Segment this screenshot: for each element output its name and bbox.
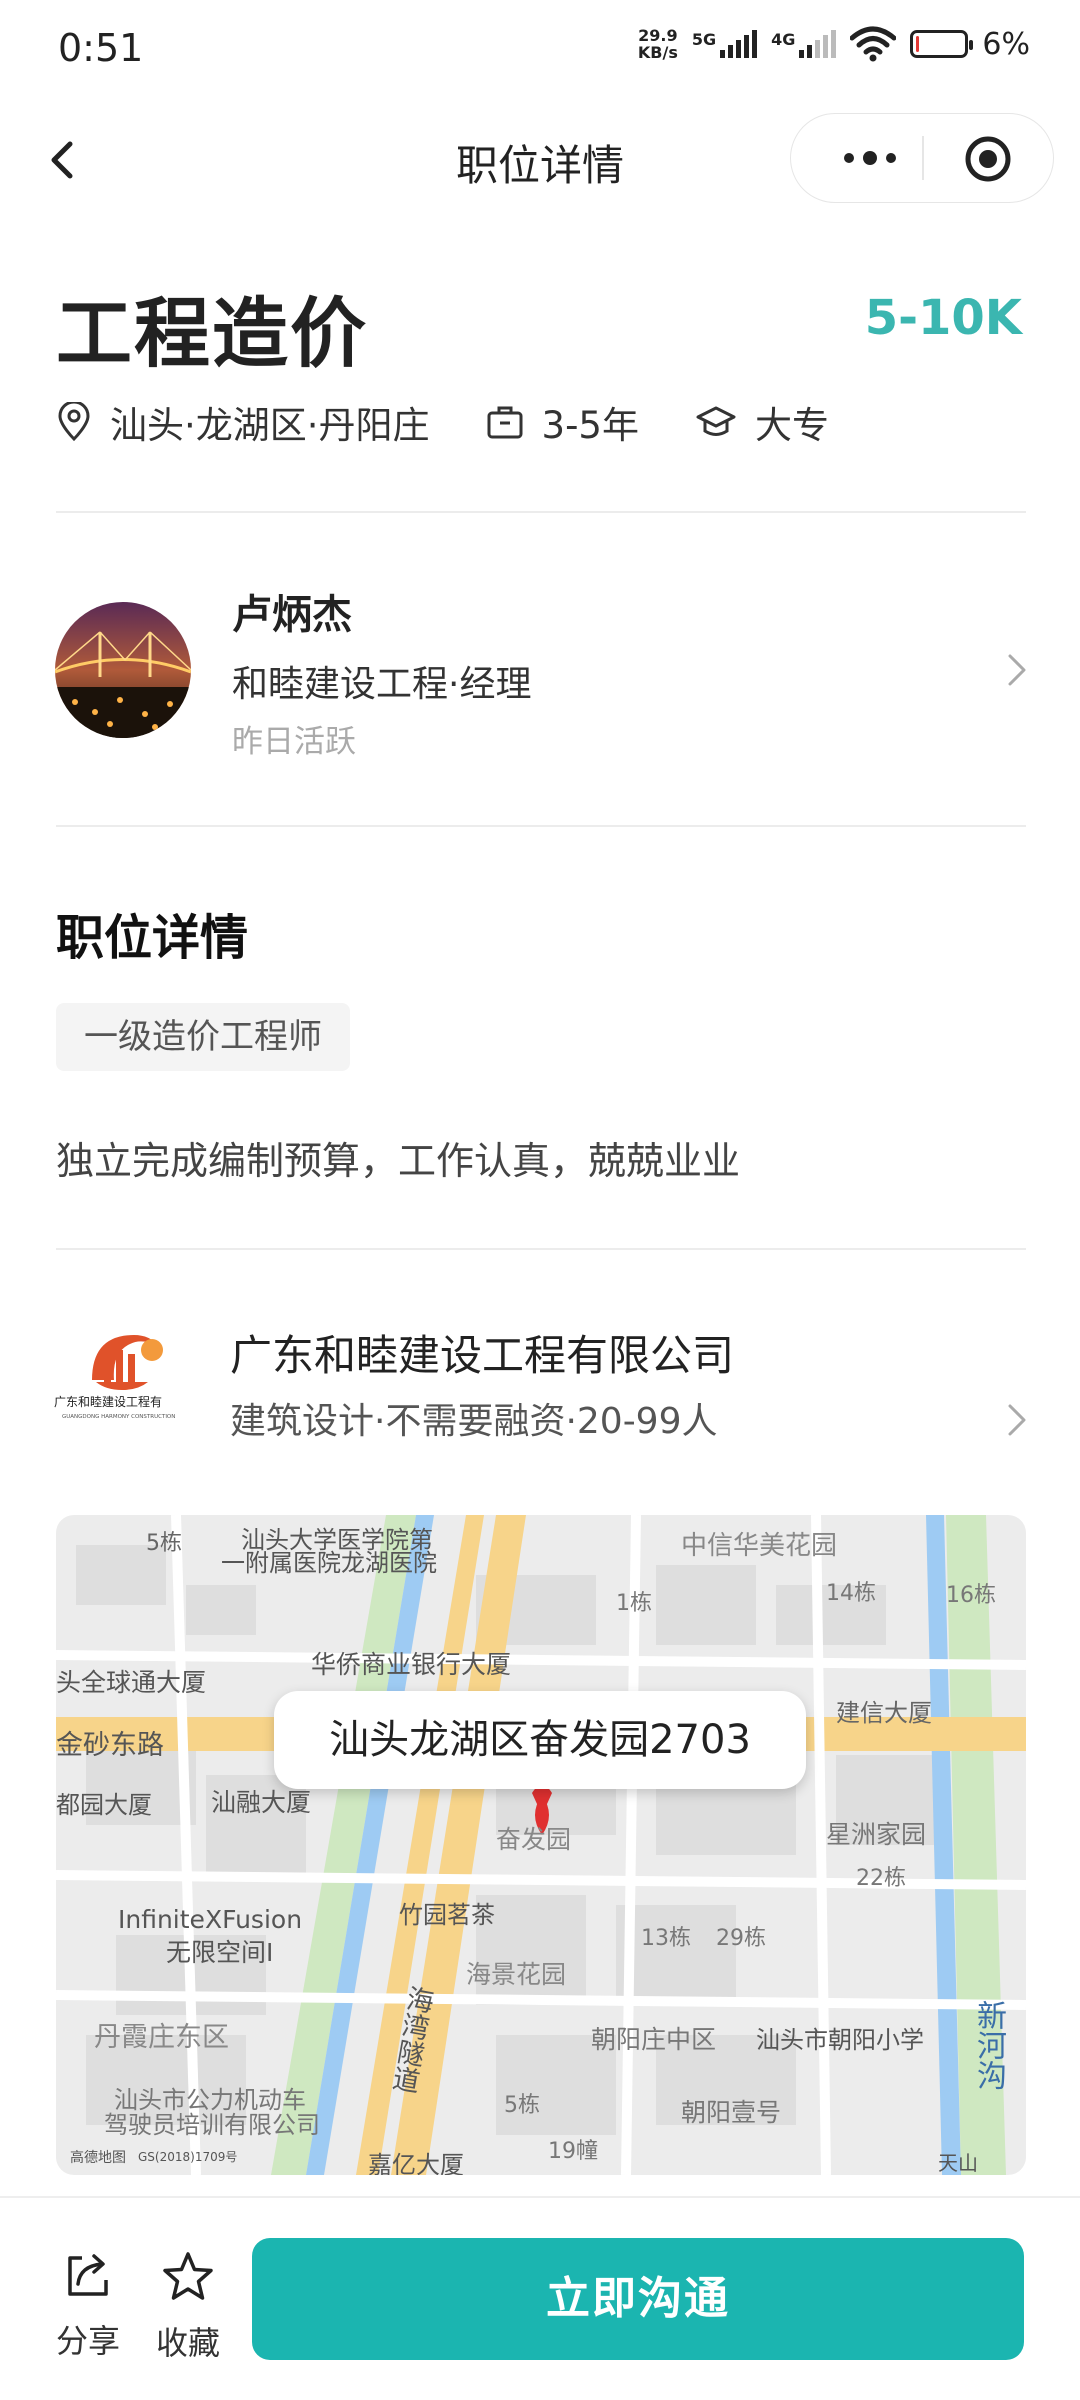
more-button[interactable] — [825, 136, 915, 180]
chat-now-button[interactable]: 立即沟通 — [252, 2238, 1024, 2360]
location-text: 汕头·龙湖区·丹阳庄 — [110, 404, 430, 447]
map-label: 19幢 — [548, 2139, 598, 2164]
battery-icon — [910, 30, 974, 58]
network-speed-unit: KB/s — [637, 43, 678, 62]
battery-level — [916, 36, 920, 52]
signal-5g-icon — [720, 30, 758, 58]
company-name: 广东和睦建设工程有限公司 — [230, 1331, 735, 1380]
wifi-icon — [850, 26, 897, 62]
company-meta: 建筑设计·不需要融资·20-99人 — [230, 1401, 718, 1442]
education-tag: 大专 — [695, 395, 829, 449]
map-label: 星洲家园 — [826, 1820, 927, 1849]
map-label: 都园大厦 — [56, 1791, 152, 1819]
network-type-5g: 5G — [691, 30, 717, 49]
map-label: 14栋 — [826, 1581, 876, 1606]
map-label: GS(2018)1709号 — [138, 2150, 238, 2164]
network-speed: 29.9 KB/s — [638, 27, 678, 61]
star-icon — [163, 2252, 213, 2300]
experience-tag: 3-5年 — [486, 395, 639, 449]
svg-text:GUANGDONG HARMONY CONSTRUCTION: GUANGDONG HARMONY CONSTRUCTION — [62, 1414, 175, 1420]
map-label: 无限空间I — [166, 1938, 274, 1967]
map-label: 5栋 — [146, 1531, 182, 1556]
map-label: 金砂东路 — [56, 1730, 164, 1761]
skill-tag: 一级造价工程师 — [56, 1003, 350, 1071]
map-label: 竹园茗茶 — [399, 1901, 495, 1929]
battery-percent: 6% — [982, 26, 1030, 62]
close-mini-program-button[interactable] — [963, 134, 1013, 184]
map-label: 驾驶员培训有限公司 — [104, 2111, 320, 2139]
recruiter-title: 和睦建设工程·经理 — [232, 664, 532, 705]
divider — [56, 1248, 1026, 1250]
location-tag: 汕头·龙湖区·丹阳庄 — [56, 395, 430, 449]
network-type-4g: 4G — [771, 30, 796, 49]
map-label: 奋发园 — [496, 1825, 572, 1854]
divider — [56, 511, 1026, 513]
map-label: 高德地图 — [70, 2150, 126, 2166]
target-circle-icon — [965, 136, 1011, 182]
chevron-right-icon — [1008, 1404, 1026, 1436]
favorite-button[interactable]: 收藏 — [148, 2250, 228, 2364]
more-dots-icon — [844, 151, 896, 165]
bottom-bar-divider — [0, 2196, 1080, 2198]
location-map[interactable]: 汕头龙湖区奋发园2703 5栋 汕头大学医学院第 一附属医院龙湖医院 中信华美花园 1栋… — [56, 1515, 1026, 2175]
map-label: 汕融大厦 — [211, 1788, 312, 1817]
share-button[interactable]: 分享 — [48, 2250, 128, 2362]
company-logo: 广东和睦建设工程有 GUANGDONG HARMONY CONSTRUCTION — [52, 1320, 190, 1430]
experience-text: 3-5年 — [541, 404, 639, 447]
map-label: 中信华美花园 — [681, 1531, 838, 1561]
job-title: 工程造价 — [56, 289, 368, 378]
network-speed-value: 29.9 — [638, 26, 678, 45]
mini-program-capsule — [790, 113, 1054, 203]
company-logo-text: 广东和睦建设工程有 — [54, 1394, 162, 1409]
share-label: 分享 — [55, 2322, 120, 2360]
status-icons: 29.9 KB/s 5G 4G 6% — [638, 26, 1030, 62]
map-label: 5栋 — [504, 2093, 540, 2118]
map-label: 22栋 — [856, 1866, 906, 1891]
map-label: 朝阳庄中区 — [591, 2025, 717, 2054]
map-address-bubble: 汕头龙湖区奋发园2703 — [274, 1691, 806, 1789]
map-label: 嘉亿大厦 — [368, 2151, 464, 2175]
map-label: 朝阳壹号 — [681, 2098, 782, 2127]
recruiter-active-status: 昨日活跃 — [232, 724, 356, 760]
status-time: 0:51 — [58, 26, 144, 70]
signal-4g-icon — [799, 30, 837, 58]
briefcase-icon — [487, 406, 523, 439]
graduation-cap-icon — [696, 406, 736, 436]
map-label: 天山 — [938, 2151, 978, 2175]
job-detail-heading: 职位详情 — [56, 910, 249, 966]
chevron-right-icon — [1008, 654, 1026, 686]
map-label: 新河沟 — [971, 2000, 1006, 2090]
map-label: 13栋 — [641, 1926, 691, 1951]
map-label: 16栋 — [946, 1583, 996, 1608]
map-label: 汕头市朝阳小学 — [756, 2026, 924, 2054]
share-icon — [68, 2254, 108, 2296]
job-requirements: 汕头·龙湖区·丹阳庄 3-5年 大专 — [56, 395, 885, 449]
location-pin-icon — [58, 402, 90, 442]
map-label: 建信大厦 — [836, 1699, 932, 1727]
map-label: 1栋 — [616, 1591, 652, 1616]
map-label: 海景花园 — [466, 1960, 567, 1989]
recruiter-name: 卢炳杰 — [232, 592, 352, 638]
capsule-divider — [922, 136, 924, 180]
map-label: 丹霞庄东区 — [94, 2022, 229, 2053]
map-label: 华侨商业银行大厦 — [311, 1650, 512, 1679]
map-label: 29栋 — [716, 1926, 766, 1951]
job-description: 独立完成编制预算，工作认真，兢兢业业 — [56, 1139, 741, 1183]
education-text: 大专 — [754, 404, 829, 447]
favorite-label: 收藏 — [155, 2324, 220, 2362]
map-label: 一附属医院龙湖医院 — [221, 1549, 437, 1577]
map-label: InfiniteXFusion — [118, 1905, 303, 1934]
salary-range: 5-10K — [864, 290, 1022, 346]
divider — [56, 825, 1026, 827]
map-label: 头全球通大厦 — [56, 1668, 207, 1697]
avatar — [55, 602, 191, 738]
